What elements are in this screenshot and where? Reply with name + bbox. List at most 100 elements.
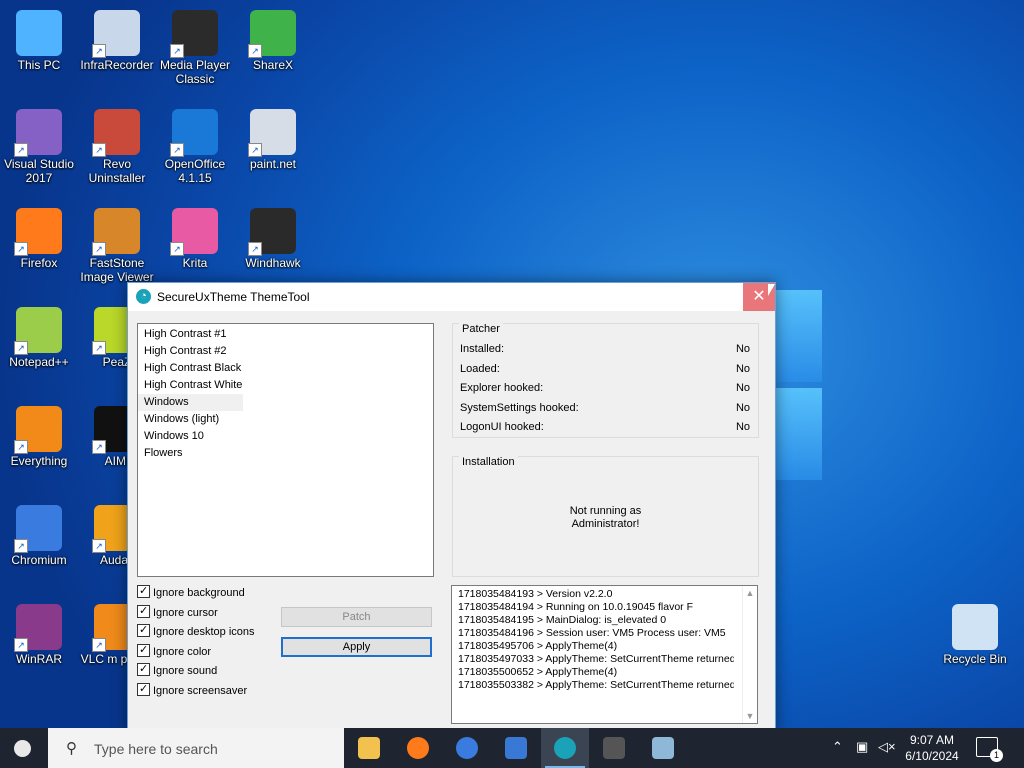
option-label: Ignore cursor xyxy=(153,606,218,619)
taskbar-app-securexu-themetool[interactable] xyxy=(541,728,589,768)
checkbox-checked-icon[interactable] xyxy=(137,661,150,677)
clock[interactable]: 9:07 AM 6/10/2024 xyxy=(893,732,971,764)
start-button[interactable] xyxy=(0,728,48,768)
taskbar-app-app-monitor[interactable] xyxy=(639,728,687,768)
title-bar[interactable]: ◔ SecureUxTheme ThemeTool ✕ xyxy=(128,283,775,311)
patcher-row-label: Installed: xyxy=(460,343,505,355)
taskbar-search[interactable]: ⚲ Type here to search xyxy=(48,728,344,768)
shortcut-arrow-icon: ↗ xyxy=(14,440,28,454)
checkbox-checked-icon[interactable] xyxy=(137,642,150,658)
theme-item[interactable]: High Contrast #2 xyxy=(138,343,243,360)
scroll-down-icon[interactable]: ▼ xyxy=(743,709,757,723)
taskbar-app-file-explorer[interactable] xyxy=(345,728,393,768)
theme-item[interactable]: High Contrast Black xyxy=(138,360,243,377)
chevron-up-icon[interactable]: ⌃ xyxy=(832,739,843,755)
desktop-icon[interactable]: This PC xyxy=(0,10,78,72)
shortcut-arrow-icon: ↗ xyxy=(248,44,262,58)
option-checkbox[interactable]: Ignore cursor xyxy=(137,603,218,621)
theme-item[interactable]: Windows 10 xyxy=(138,428,243,445)
patcher-row-value: No xyxy=(735,401,750,414)
log-line: 1718035500652 > ApplyTheme(4) xyxy=(458,666,618,678)
option-checkbox[interactable]: Ignore sound xyxy=(137,661,218,679)
desktop-icon[interactable]: ↗ OpenOffice 4.1.15 xyxy=(156,109,234,185)
checkbox-checked-icon[interactable] xyxy=(137,681,150,697)
desktop-icon[interactable]: ↗ Revo Uninstaller xyxy=(78,109,156,185)
desktop-icon[interactable]: ↗ InfraRecorder xyxy=(78,10,156,72)
patcher-title: Patcher xyxy=(459,323,503,335)
log-scrollbar[interactable]: ▲ ▼ xyxy=(742,586,757,723)
theme-list[interactable]: High Contrast #1 High Contrast #2 High Con… xyxy=(137,323,434,577)
desktop-icon[interactable]: ↗ Media Player Classic xyxy=(156,10,234,86)
patcher-row-value: No xyxy=(735,421,750,433)
patcher-row-label: Loaded: xyxy=(460,362,500,375)
scroll-up-icon[interactable]: ▲ xyxy=(743,586,757,600)
taskbar-app-app-gray[interactable] xyxy=(590,728,638,768)
checkbox-checked-icon[interactable] xyxy=(137,603,150,619)
app-icon: ◔ xyxy=(136,289,151,304)
desktop-icon[interactable]: ↗ FastStone Image Viewer xyxy=(78,208,156,284)
taskbar-app-chromium[interactable] xyxy=(443,728,491,768)
clock-date: 6/10/2024 xyxy=(905,749,959,763)
shortcut-arrow-icon: ↗ xyxy=(14,242,28,256)
installation-message: Not running as Administrator! xyxy=(453,505,758,531)
theme-item[interactable]: Flowers xyxy=(138,445,243,462)
firefox-icon xyxy=(407,737,429,759)
desktop-icon-label: Media Player Classic xyxy=(159,58,231,86)
desktop-icon-label: FastStone Image Viewer xyxy=(80,256,154,284)
patcher-row-label: LogonUI hooked: xyxy=(460,421,544,433)
desktop-icon[interactable]: ↗ Krita xyxy=(156,208,234,270)
app-icon: ↗ xyxy=(170,10,218,58)
option-label: Ignore desktop icons xyxy=(153,626,255,638)
notification-icon[interactable]: 1 xyxy=(976,737,1003,762)
patch-button[interactable]: Patch xyxy=(281,607,432,627)
desktop-icon[interactable]: ↗ ShareX xyxy=(234,10,312,72)
windows-start-icon xyxy=(14,740,31,757)
app-icon: ↗ xyxy=(92,109,140,157)
apply-button[interactable]: Apply xyxy=(281,637,432,657)
theme-item[interactable]: Windows (light) xyxy=(138,411,243,428)
desktop-icon[interactable]: ↗ Visual Studio 2017 xyxy=(0,109,78,185)
shortcut-arrow-icon: ↗ xyxy=(170,143,184,157)
desktop-icon[interactable]: ↗ WinRAR xyxy=(0,604,78,666)
app-icon: ↗ xyxy=(14,109,62,157)
patcher-group: Patcher Installed: No Loaded: No Explorer ho… xyxy=(452,323,759,438)
themetool-window: ◔ SecureUxTheme ThemeTool ✕ High Contras… xyxy=(127,282,776,734)
shortcut-arrow-icon: ↗ xyxy=(92,539,106,553)
desktop-icon-label: Chromium xyxy=(11,553,67,567)
patcher-row-value: No xyxy=(735,343,750,355)
desktop-icon[interactable]: ↗ Chromium xyxy=(0,505,78,567)
patcher-row: Explorer hooked: No xyxy=(460,382,750,394)
option-label: Ignore sound xyxy=(153,665,218,677)
log-line: 1718035497033 > ApplyTheme: SetCurrentTh… xyxy=(458,653,734,665)
app-blue-icon xyxy=(505,737,527,759)
desktop-icon-label: This PC xyxy=(17,58,61,72)
app-monitor-icon xyxy=(652,737,674,759)
app-gray-icon xyxy=(603,737,625,759)
desktop-icon[interactable]: ↗ Everything xyxy=(0,406,78,468)
theme-item[interactable]: High Contrast #1 xyxy=(138,326,243,343)
patcher-row-value: No xyxy=(735,382,750,394)
log-line: 1718035495706 > ApplyTheme(4) xyxy=(458,640,618,652)
option-checkbox[interactable]: Ignore screensaver xyxy=(137,681,248,699)
mouse-cursor-icon xyxy=(768,284,775,296)
option-checkbox[interactable]: Ignore color xyxy=(137,642,211,660)
desktop-icon[interactable]: ↗ Notepad++ xyxy=(0,307,78,369)
theme-item[interactable]: High Contrast White xyxy=(138,377,243,394)
checkbox-checked-icon[interactable] xyxy=(137,622,150,638)
option-checkbox[interactable]: Ignore desktop icons xyxy=(137,622,255,640)
taskbar-app-app-blue[interactable] xyxy=(492,728,540,768)
taskbar-app-firefox[interactable] xyxy=(394,728,442,768)
desktop-icon[interactable]: ↗ paint.net xyxy=(234,109,312,171)
desktop-icon-label: Revo Uninstaller xyxy=(88,157,146,185)
desktop-icon-label: Firefox xyxy=(20,256,58,270)
checkbox-checked-icon[interactable] xyxy=(137,583,150,599)
log-box[interactable]: 1718035484193 > Version v2.2.0 1718035484… xyxy=(451,585,758,724)
desktop-icon[interactable]: ↗ Windhawk xyxy=(234,208,312,270)
theme-item[interactable]: Windows xyxy=(138,394,243,411)
log-line: 1718035503382 > ApplyTheme: SetCurrentTh… xyxy=(458,679,734,691)
option-label: Ignore screensaver xyxy=(153,684,248,697)
option-checkbox[interactable]: Ignore background xyxy=(137,583,245,601)
desktop-icon[interactable]: ↗ Firefox xyxy=(0,208,78,270)
desktop-icon[interactable]: Recycle Bin xyxy=(936,604,1014,666)
network-icon[interactable]: ▣ xyxy=(856,739,868,755)
